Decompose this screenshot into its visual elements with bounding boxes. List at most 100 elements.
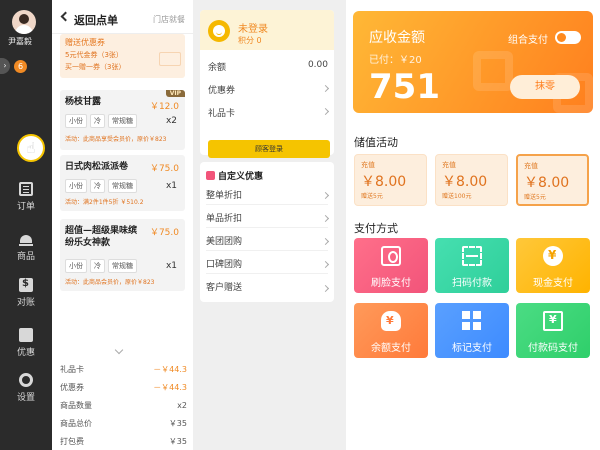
face-pay-button[interactable]: 刷脸支付 [354, 238, 428, 293]
member-avatar-icon [208, 20, 230, 42]
item-tag: 小份 [65, 114, 87, 128]
card-bonus: 赠送100元 [442, 193, 472, 200]
paycode-pay-icon [543, 311, 563, 331]
item-name: 日式肉松派派卷 [65, 162, 129, 172]
member-points: 积分 0 [238, 36, 262, 45]
pay-method-label: 付款码支付 [528, 343, 578, 354]
summary-value: ￥35 [168, 418, 187, 428]
pay-method-label: 扫码付款 [452, 278, 492, 289]
scan-pay-button[interactable]: 扫码付款 [435, 238, 509, 293]
order-panel: 返回点单 门店就餐 赠送优惠券 5元代金券（3张） 买一赠一券（3张） VIP … [52, 0, 193, 450]
chevron-right-icon [321, 284, 330, 292]
member-status: 未登录 [238, 24, 268, 35]
item-tags: 小份 冷 常规糖 [65, 114, 137, 128]
summary-value: x2 [177, 400, 187, 410]
sidebar-item-label: 对账 [16, 298, 35, 308]
hand-pointer-icon[interactable]: ☝ [17, 134, 45, 162]
vip-badge: VIP [165, 90, 185, 97]
stored-value-card[interactable]: 充值 ￥8.00 赠送5元 [354, 154, 427, 206]
item-name: 杨枝甘露 [65, 97, 102, 107]
card-amount: ￥8.00 [361, 174, 407, 190]
discount-option-label: 单品折扣 [206, 213, 243, 224]
ticket-icon [159, 52, 181, 66]
card-top-label: 充值 [524, 162, 538, 170]
discount-option[interactable]: 单品折扣 [206, 207, 330, 228]
settings-icon [19, 373, 33, 387]
balance-pay-icon [381, 311, 401, 331]
sidebar-item-label: 订单 [16, 202, 35, 212]
chevron-right-icon [321, 84, 330, 93]
stored-value-card[interactable]: 充值 ￥8.00 赠送100元 [435, 154, 508, 206]
round-off-button[interactable]: 抹零 [510, 75, 580, 99]
back-to-order-button[interactable]: 返回点单 [74, 12, 118, 28]
summary-row: 商品数量 x2 [60, 396, 187, 414]
item-tag: 小份 [65, 179, 87, 193]
chevron-down-icon[interactable] [114, 345, 124, 355]
gift-coupon-title: 赠送优惠券 [65, 38, 105, 47]
order-header: 返回点单 门店就餐 [52, 0, 193, 34]
notification-badge[interactable]: 6 [14, 60, 27, 73]
user-avatar[interactable] [12, 10, 36, 34]
chevron-right-icon [321, 214, 330, 223]
item-promo-note: 活动：此商品享受会员价，原价￥823 [65, 136, 167, 143]
item-quantity: x1 [165, 261, 177, 271]
combo-pay-toggle[interactable] [555, 31, 581, 44]
sidebar-item-orders[interactable]: 订单 [0, 182, 52, 212]
stored-value-card-selected[interactable]: 充值 ￥8.00 赠送5元 [516, 154, 589, 206]
order-item[interactable]: VIP 杨枝甘露 ￥12.0 小份 冷 常规糖 x2 活动：此商品享受会员价，原… [60, 90, 185, 150]
summary-row: 打包费 ￥35 [60, 432, 187, 450]
member-coupon-label: 优惠券 [208, 86, 236, 96]
cash-pay-button[interactable]: 现金支付 [516, 238, 590, 293]
pay-method-label: 刷脸支付 [371, 278, 411, 289]
mark-pay-button[interactable]: 标记支付 [435, 303, 509, 358]
summary-value: －￥44.3 [153, 364, 187, 374]
discount-option-label: 口碑团购 [206, 259, 243, 270]
payment-methods-title: 支付方式 [354, 222, 398, 235]
dine-in-label[interactable]: 门店就餐 [153, 14, 185, 25]
order-item[interactable]: 超值—超级果味缤纷乐女神款 ￥75.0 小份 冷 常规糖 x1 活动：此商品会员… [60, 219, 185, 291]
discount-option-label: 整单折扣 [206, 190, 243, 201]
sidebar-item-settings[interactable]: 设置 [0, 373, 52, 403]
payment-panel: 应收金额 已付：￥20 751 组合支付 抹零 储值活动 充值 ￥8.00 赠送… [346, 0, 600, 450]
stored-value-title: 储值活动 [354, 136, 398, 149]
balance-label: 余额 [208, 63, 227, 73]
sidebar-item-goods[interactable]: 商品 [0, 232, 52, 262]
item-tag: 常规糖 [108, 259, 137, 273]
custom-discount-title-text: 自定义优惠 [218, 172, 264, 182]
item-price: ￥12.0 [149, 102, 179, 112]
balance-pay-button[interactable]: 余额支付 [354, 303, 428, 358]
discount-option[interactable]: 口碑团购 [206, 253, 330, 274]
item-tags: 小份 冷 常规糖 [65, 179, 137, 193]
discount-option-label: 美团团购 [206, 236, 243, 247]
balance-row: 余额 0.00 [208, 60, 328, 73]
sidebar-item-label: 优惠 [16, 348, 35, 358]
card-top-label: 充值 [361, 161, 375, 169]
chevron-right-icon [321, 237, 330, 246]
discount-option[interactable]: 美团团购 [206, 230, 330, 251]
summary-label: 打包费 [60, 436, 84, 446]
user-name: 尹嘉毅 [8, 37, 32, 46]
discount-option[interactable]: 整单折扣 [206, 184, 330, 205]
discount-option[interactable]: 客户赠送 [206, 276, 330, 297]
order-item[interactable]: 日式肉松派派卷 ￥75.0 小份 冷 常规糖 x1 活动：满2件1件5折 ￥51… [60, 155, 185, 211]
sidebar-item-label: 商品 [16, 252, 35, 262]
decoration [473, 51, 513, 91]
sidebar-item-promotions[interactable]: 优惠 [0, 325, 52, 358]
item-tag: 小份 [65, 259, 87, 273]
gift-card-row[interactable]: 礼品卡 [208, 106, 330, 119]
paycode-pay-button[interactable]: 付款码支付 [516, 303, 590, 358]
back-arrow-icon[interactable] [60, 11, 71, 22]
item-tag: 冷 [90, 179, 105, 193]
order-list-icon [19, 182, 33, 196]
cash-pay-icon [543, 246, 563, 266]
member-coupon-row[interactable]: 优惠券 [208, 83, 330, 96]
pay-method-label: 现金支付 [533, 278, 573, 289]
guest-login-button[interactable]: 顾客登录 [208, 140, 330, 158]
sidebar-item-reconcile[interactable]: 对账 [0, 278, 52, 308]
item-promo-note: 活动：此商品会员价，原价￥823 [65, 279, 155, 286]
item-tag: 冷 [90, 259, 105, 273]
member-card: 未登录 积分 0 余额 0.00 优惠券 礼品卡 顾客登录 [200, 10, 334, 158]
gift-coupon-box: 赠送优惠券 5元代金券（3张） 买一赠一券（3张） [60, 34, 185, 78]
item-price: ￥75.0 [149, 228, 179, 238]
expand-handle[interactable]: › [0, 58, 10, 74]
